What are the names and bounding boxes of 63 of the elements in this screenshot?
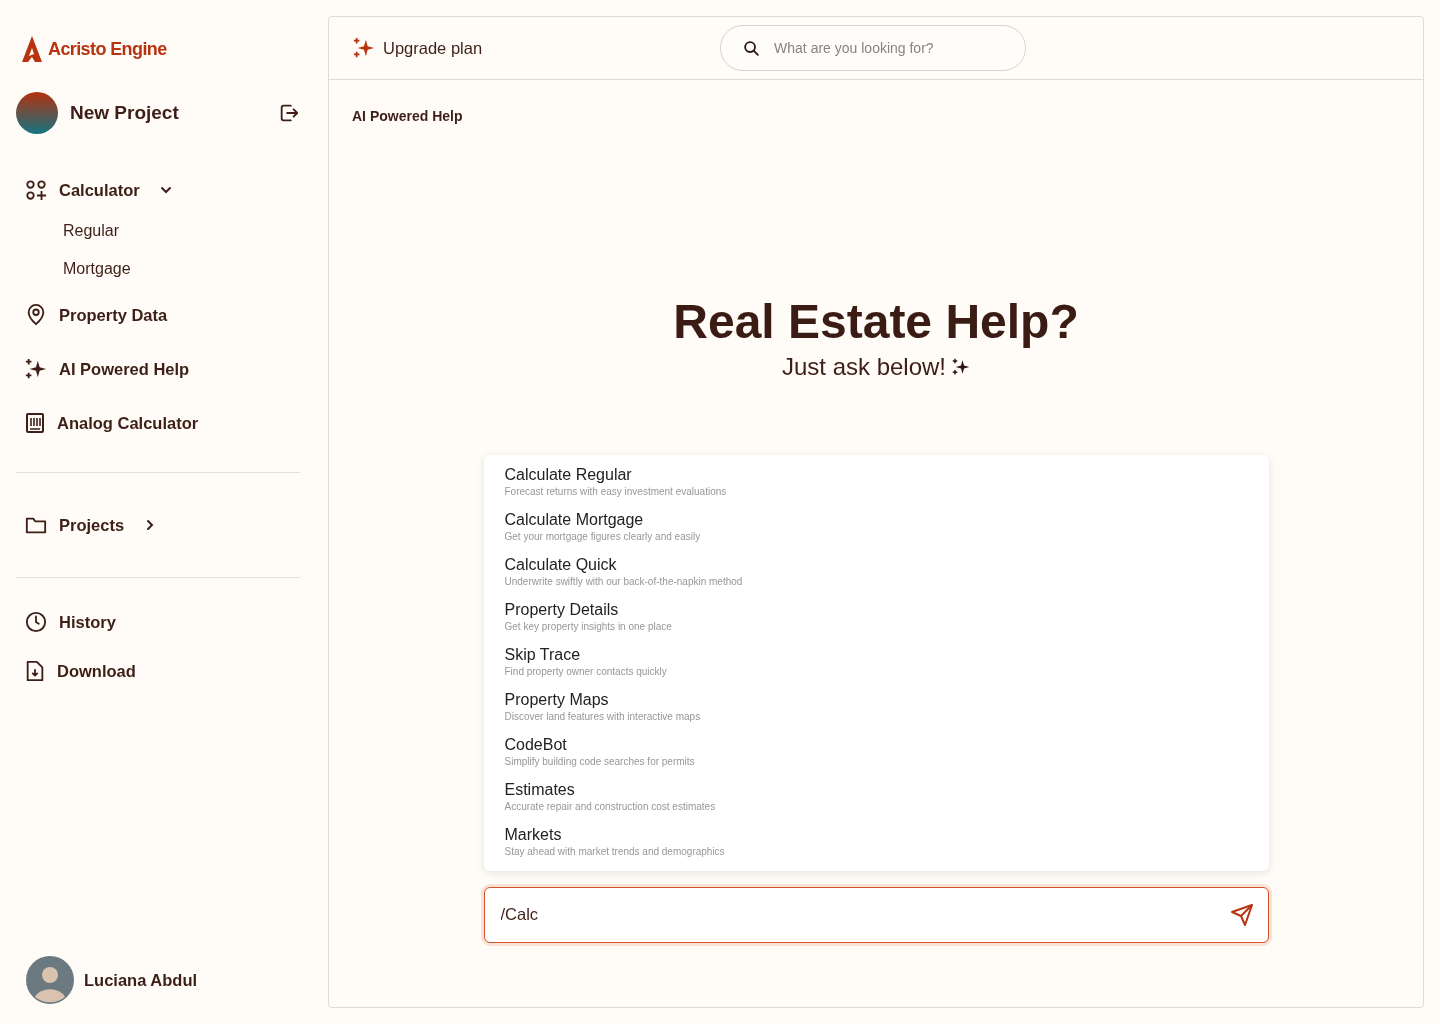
send-icon[interactable] [1229,902,1254,927]
suggestion-item[interactable]: Property Maps Discover land features with interactive maps [504,689,1248,724]
chevron-icon[interactable] [159,184,172,196]
suggestion-item[interactable]: Property Details Get key property insights in one place [504,599,1248,634]
user-name: Luciana Abdul [84,970,198,990]
suggestion-title: Calculate Quick [504,554,617,575]
suggestion-description: Underwrite swiftly with our back-of-the-napkin method [504,574,743,589]
suggestion-description: Accurate repair and construction cost estimates [504,799,716,814]
hero-subtitle: Just ask below! [781,352,947,381]
suggestion-description: Get key property insights in one place [504,619,672,634]
search-icon [743,39,761,57]
suggestion-title: CodeBot [504,734,567,755]
suggestion-item[interactable]: Calculate Quick Underwrite swiftly with our back-of-the-napkin method [504,554,1248,589]
search-input[interactable]: What are you looking for? [772,39,1004,57]
suggestion-item[interactable]: Markets Stay ahead with market trends and demographics [504,824,1248,859]
upgrade-plan-button[interactable]: Upgrade plan [353,37,483,59]
calculator-icon [25,413,45,433]
sparkles-icon [353,37,375,59]
suggestion-description: Stay ahead with market trends and demographics [504,844,725,859]
suggestion-description: Get your mortgage figures clearly and easily [504,529,701,544]
app-logo-text: Acristo Engine [48,38,167,60]
suggestion-item[interactable]: Calculate Mortgage Get your mortgage figures clearly and easily [504,509,1248,544]
suggestion-item[interactable]: Skip Trace Find property owner contacts quickly [504,644,1248,679]
hero-heading: Real Estate Help? [672,296,1080,349]
nav-item[interactable]: Calculator [16,168,300,212]
apps-icon [25,179,47,201]
message-input[interactable]: /Calc [498,904,1230,926]
suggestion-item[interactable]: CodeBot Simplify building code searches for permits [504,734,1248,769]
suggestion-description: Find property owner contacts quickly [504,664,667,679]
nav-subitem[interactable]: Mortgage [16,250,178,288]
page-title: AI Powered Help [352,108,464,124]
folder-icon [25,515,47,535]
suggestion-title: Property Maps [504,689,609,710]
file-download-icon [25,660,45,682]
suggestion-title: Skip Trace [504,644,581,665]
nav-item[interactable]: AI Powered Help [16,342,300,396]
nav-item[interactable]: Property Data [16,288,300,342]
suggestion-title: Markets [504,824,562,845]
suggestion-title: Calculate Mortgage [504,509,644,530]
suggestion-description: Simplify building code searches for permits [504,754,695,769]
nav-item[interactable]: Projects [16,495,300,555]
nav-item[interactable]: Analog Calculator [16,396,300,450]
sparkles-icon [952,357,971,376]
project-avatar [16,92,58,134]
suggestion-description: Forecast returns with easy investment evaluations [504,484,727,499]
project-name: New Project [70,102,180,124]
location-pin-icon [25,304,47,326]
search-box[interactable]: What are you looking for? [720,25,1027,71]
suggestion-description: Discover land features with interactive maps [504,709,701,724]
suggestion-title: Estimates [504,779,575,800]
user-avatar [26,956,74,1004]
nav-item[interactable]: History [16,600,300,644]
sparkles-icon [25,358,47,380]
suggestion-item[interactable]: Calculate Regular Forecast returns with easy investment evaluations [504,464,1248,499]
suggestion-title: Calculate Regular [504,464,632,485]
clock-icon [25,611,47,633]
logout-icon[interactable] [278,102,300,124]
chat-composer[interactable]: /Calc [483,886,1269,943]
logo-mark-icon [22,36,42,62]
nav-item[interactable]: Download [16,644,300,698]
nav-subitem[interactable]: Regular [16,212,167,250]
suggestion-item[interactable]: Estimates Accurate repair and construction cost estimates [504,779,1248,814]
suggestion-title: Property Details [504,599,619,620]
